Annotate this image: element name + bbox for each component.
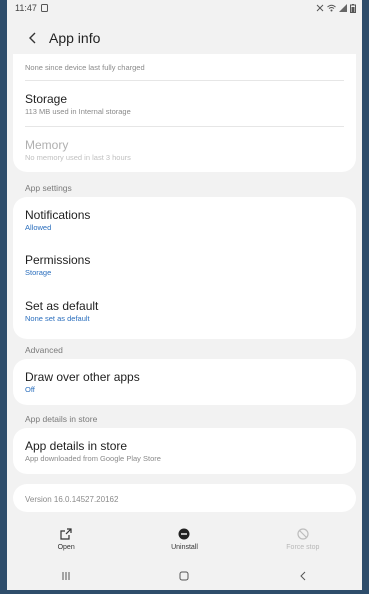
- notifications-subtitle: Allowed: [25, 223, 52, 232]
- set-default-title: Set as default: [25, 299, 99, 313]
- force-stop-button: Force stop: [244, 524, 362, 560]
- permissions-subtitle: Storage: [25, 268, 52, 277]
- status-bar: 11:47: [7, 0, 362, 16]
- app-settings-card: Notifications Allowed Permissions Storag…: [13, 197, 356, 339]
- page-title: App info: [49, 30, 101, 46]
- memory-title: Memory: [25, 138, 69, 152]
- store-details-subtitle: App downloaded from Google Play Store: [25, 454, 161, 463]
- battery-subtitle: None since device last fully charged: [25, 63, 145, 72]
- storage-title: Storage: [25, 92, 68, 106]
- notification-icon: [40, 4, 48, 12]
- device-screen: 11:47 App info None since device last fu…: [7, 0, 362, 590]
- permissions-title: Permissions: [25, 253, 91, 267]
- memory-subtitle: No memory used in last 3 hours: [25, 153, 131, 162]
- open-external-icon: [60, 528, 72, 540]
- open-button[interactable]: Open: [7, 524, 125, 560]
- bottom-action-bar: Open Uninstall Force stop: [7, 524, 362, 560]
- set-default-subtitle: None set as default: [25, 314, 90, 323]
- status-time: 11:47: [15, 3, 37, 13]
- app-settings-header: App settings: [25, 183, 72, 193]
- store-details-row[interactable]: App details in store App downloaded from…: [13, 439, 161, 464]
- battery-icon: [350, 3, 356, 13]
- usage-card: None since device last fully charged Sto…: [13, 54, 356, 172]
- force-stop-icon: [297, 528, 309, 540]
- app-bar: App info: [7, 24, 362, 52]
- notifications-row[interactable]: Notifications Allowed: [13, 208, 90, 233]
- signal-icon: [339, 4, 347, 12]
- recent-apps-button[interactable]: [46, 566, 86, 586]
- wifi-icon: [327, 4, 336, 12]
- home-icon: [179, 571, 189, 581]
- open-label: Open: [57, 544, 75, 551]
- back-chevron-icon: [300, 571, 306, 581]
- permissions-row[interactable]: Permissions Storage: [13, 253, 90, 278]
- uninstall-button[interactable]: Uninstall: [125, 524, 243, 560]
- uninstall-icon: [178, 528, 190, 540]
- version-text: Version 16.0.14527.20162: [25, 495, 119, 504]
- advanced-header: Advanced: [25, 345, 63, 355]
- store-card: App details in store App downloaded from…: [13, 428, 356, 474]
- divider: [25, 80, 344, 81]
- store-header: App details in store: [25, 414, 98, 424]
- draw-over-title: Draw over other apps: [25, 370, 140, 384]
- home-button[interactable]: [164, 566, 204, 586]
- set-default-row[interactable]: Set as default None set as default: [13, 299, 98, 324]
- draw-over-subtitle: Off: [25, 385, 35, 394]
- recent-apps-icon: [62, 572, 70, 580]
- storage-row[interactable]: Storage 113 MB used in Internal storage: [13, 92, 131, 117]
- version-row: Version 16.0.14527.20162: [13, 494, 118, 505]
- divider: [25, 126, 344, 127]
- uninstall-label: Uninstall: [171, 544, 198, 551]
- notifications-title: Notifications: [25, 208, 91, 222]
- back-button[interactable]: [283, 566, 323, 586]
- storage-subtitle: 113 MB used in Internal storage: [25, 107, 131, 116]
- draw-over-row[interactable]: Draw over other apps Off: [13, 370, 140, 395]
- battery-row[interactable]: None since device last fully charged: [13, 62, 145, 73]
- advanced-card: Draw over other apps Off: [13, 359, 356, 405]
- back-arrow-icon[interactable]: [25, 30, 41, 46]
- system-nav-bar: [7, 562, 362, 590]
- store-details-title: App details in store: [25, 439, 128, 453]
- alarm-icon: [316, 4, 324, 12]
- force-stop-label: Force stop: [286, 544, 320, 551]
- version-card: Version 16.0.14527.20162: [13, 484, 356, 512]
- memory-row: Memory No memory used in last 3 hours: [13, 138, 131, 163]
